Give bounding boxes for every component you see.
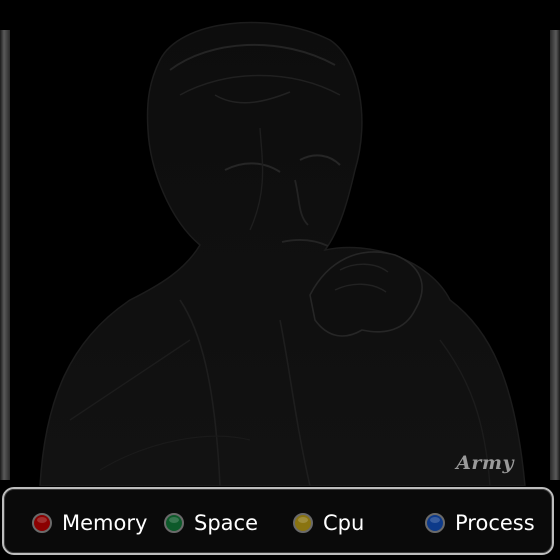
system-stats-bar: Memory Space Cpu Process (2, 487, 554, 555)
process-indicator-icon (425, 513, 445, 533)
process-label: Process (455, 511, 535, 535)
portrait-sketch-image (39, 21, 526, 486)
space-indicator-icon (164, 513, 184, 533)
memory-stat[interactable]: Memory (32, 509, 147, 537)
signature-text: Army (456, 452, 514, 474)
cpu-stat[interactable]: Cpu (293, 509, 364, 537)
right-edge-frame (550, 30, 560, 480)
cpu-indicator-icon (293, 513, 313, 533)
cpu-label: Cpu (323, 511, 365, 535)
wallpaper-sketch (10, 0, 550, 486)
memory-label: Memory (62, 511, 148, 535)
space-stat[interactable]: Space (164, 509, 258, 537)
process-stat[interactable]: Process (425, 509, 535, 537)
memory-indicator-icon (32, 513, 52, 533)
left-edge-frame (0, 30, 10, 480)
space-label: Space (194, 511, 258, 535)
